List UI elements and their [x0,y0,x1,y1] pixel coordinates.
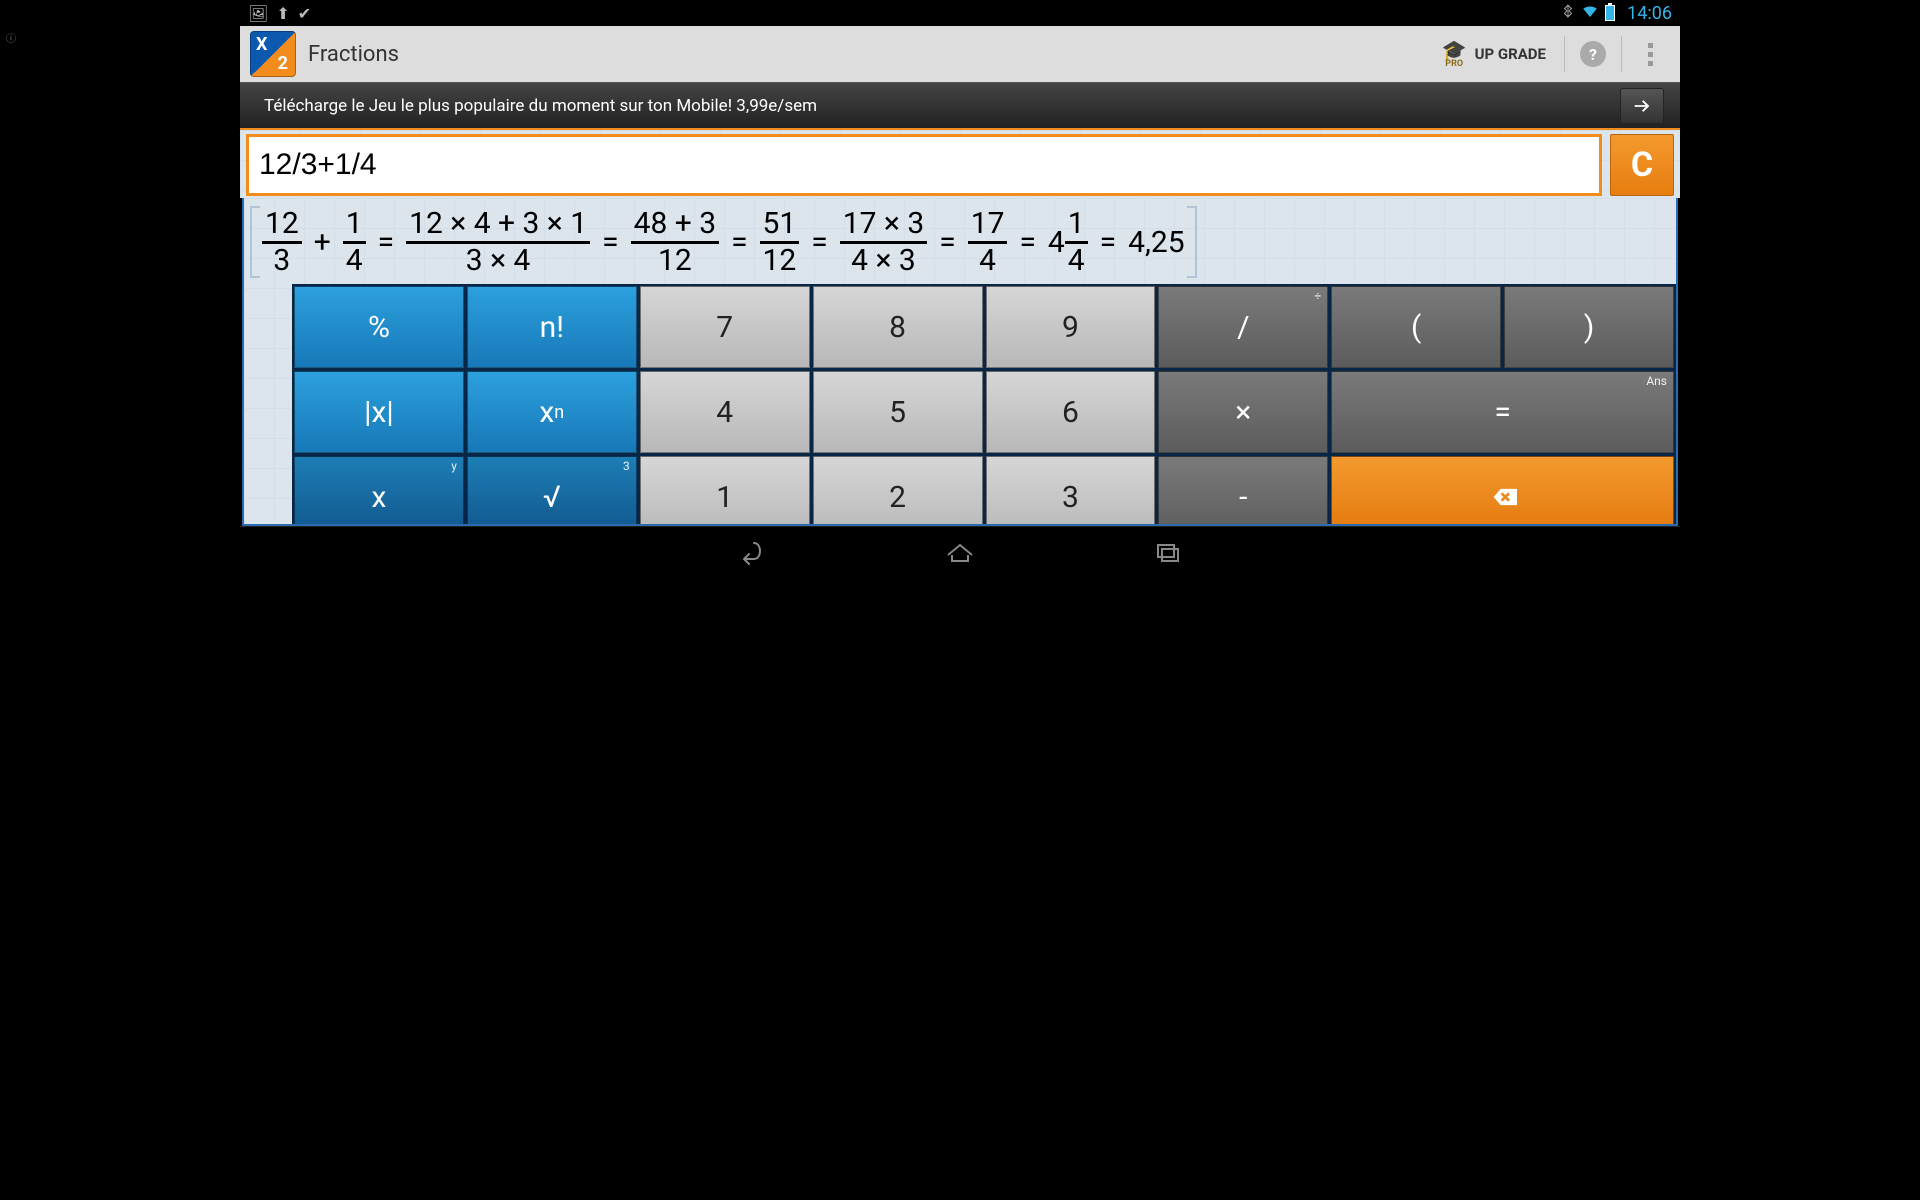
key-4[interactable]: 4 [640,371,810,453]
nav-recent-button[interactable] [1144,531,1192,571]
key-backspace[interactable] [1331,456,1674,526]
fraction: 123 [262,208,302,276]
key-minus[interactable]: - [1158,456,1328,526]
app-title: Fractions [308,42,399,67]
key-sqrt[interactable]: √3 [467,456,637,526]
ad-banner[interactable]: Télécharge le Jeu le plus populaire du m… [240,82,1680,128]
ad-forward-button[interactable] [1620,88,1664,124]
overflow-menu-button[interactable] [1626,30,1674,78]
overflow-icon [1648,43,1653,66]
key-lparen[interactable]: ( [1331,286,1501,368]
fraction: 14 [343,208,366,276]
expression-input[interactable]: 12/3+1/4 [246,134,1602,196]
help-icon: ? [1580,41,1606,67]
fraction: 17 × 34 × 3 [840,208,927,276]
key-factorial[interactable]: n! [467,286,637,368]
key-8[interactable]: 8 [813,286,983,368]
app-header: X2 Fractions 🎓 PRO UP GRADE ? [240,26,1680,82]
check-icon: ✔ [298,4,311,23]
key-multiply[interactable]: × [1158,371,1328,453]
fraction: 5112 [760,208,800,276]
arrow-right-icon [1631,95,1653,117]
solution-steps: 123 + 14 = 12 × 4 + 3 × 13 × 4 = 48 + 31… [244,198,1676,284]
home-icon [944,535,976,567]
fraction: 12 × 4 + 3 × 13 × 4 [406,208,590,276]
notification-icon: 🖼 [248,4,268,23]
android-nav-bar [240,526,1680,574]
wifi-icon [1581,2,1599,24]
key-rparen[interactable]: ) [1504,286,1674,368]
app-logo-icon: X2 [250,31,296,77]
key-equals[interactable]: =Ans [1331,371,1674,453]
clear-button[interactable]: C [1610,134,1674,196]
key-percent[interactable]: % [294,286,464,368]
nav-back-button[interactable] [728,531,776,571]
key-9[interactable]: 9 [986,286,1156,368]
upload-icon: ⬆ [276,4,289,23]
backspace-icon [1489,483,1517,511]
key-abs[interactable]: |x| [294,371,464,453]
upgrade-label: UP GRADE [1475,45,1546,63]
keypad: % n! 7 8 9 /÷ ( ) |x| xn 4 5 6 × =Ans xy… [292,284,1676,526]
key-var-x[interactable]: xy [294,456,464,526]
key-6[interactable]: 6 [986,371,1156,453]
key-power[interactable]: xn [467,371,637,453]
status-time: 14:06 [1627,3,1672,24]
key-2[interactable]: 2 [813,456,983,526]
decimal-result: 4,25 [1128,225,1184,260]
work-area-wrap: 123 + 14 = 12 × 4 + 3 × 13 × 4 = 48 + 31… [242,198,1678,526]
bluetooth-icon [1561,4,1575,22]
android-status-bar: 🖼 ⬆ ✔ 14:06 [240,0,1680,26]
recent-apps-icon [1152,535,1184,567]
help-button[interactable]: ? [1569,30,1617,78]
mixed-number: 414 [1048,208,1088,276]
expression-value: 12/3+1/4 [259,148,377,182]
upgrade-button[interactable]: 🎓 PRO UP GRADE [1428,40,1560,69]
key-divide[interactable]: /÷ [1158,286,1328,368]
key-1[interactable]: 1 [640,456,810,526]
battery-icon [1605,5,1615,21]
fraction: 48 + 312 [631,208,720,276]
input-row: 12/3+1/4 C [240,128,1680,198]
ad-info-icon[interactable]: ⓘ [6,30,16,45]
ad-text: Télécharge le Jeu le plus populaire du m… [264,96,817,116]
back-icon [736,535,768,567]
upgrade-pro-label: PRO [1445,60,1463,69]
key-7[interactable]: 7 [640,286,810,368]
nav-home-button[interactable] [936,531,984,571]
header-divider [1564,36,1565,72]
key-5[interactable]: 5 [813,371,983,453]
graduation-cap-icon: 🎓 [1442,40,1467,60]
key-3[interactable]: 3 [986,456,1156,526]
header-divider [1621,36,1622,72]
fraction: 174 [968,208,1008,276]
